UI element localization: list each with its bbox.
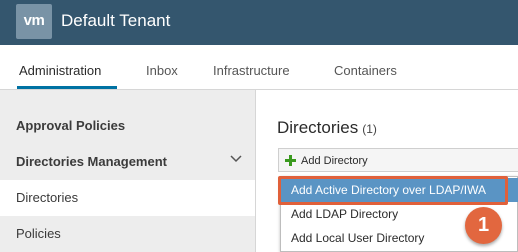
menu-item-add-active-directory[interactable]: Add Active Directory over LDAP/IWA <box>281 178 518 202</box>
grid-toolbar: Add Directory <box>278 148 518 172</box>
sidebar-item-directories-management[interactable]: Directories Management <box>0 144 255 180</box>
step-badge: 1 <box>465 207 502 244</box>
sidebar-item-label: Policies <box>16 226 61 241</box>
plus-icon <box>285 155 296 166</box>
tab-infrastructure[interactable]: Infrastructure <box>213 63 290 78</box>
main-tabs: Administration Inbox Infrastructure Cont… <box>0 45 518 90</box>
add-directory-button[interactable]: Add Directory <box>285 152 368 169</box>
tenant-name: Default Tenant <box>61 11 171 30</box>
directory-count: (1) <box>362 122 377 136</box>
vmware-logo[interactable]: vm <box>16 4 52 39</box>
menu-item-label: Add LDAP Directory <box>291 207 399 221</box>
tab-inbox[interactable]: Inbox <box>146 63 178 78</box>
active-tab-indicator <box>17 86 117 89</box>
sidebar-item-directories[interactable]: Directories <box>0 180 255 216</box>
step-number: 1 <box>477 214 490 236</box>
chevron-down-icon[interactable] <box>229 152 243 166</box>
sidebar: Approval Policies Directories Management… <box>0 90 256 252</box>
sidebar-item-policies[interactable]: Policies <box>0 216 255 252</box>
sidebar-item-approval-policies[interactable]: Approval Policies <box>0 108 255 144</box>
sidebar-item-label: Approval Policies <box>16 118 126 133</box>
page-title-text: Directories <box>277 118 359 137</box>
sidebar-item-label: Directories Management <box>16 154 167 169</box>
page-title: Directories (1) <box>277 118 377 138</box>
menu-item-label: Add Active Directory over LDAP/IWA <box>291 183 486 197</box>
tab-containers[interactable]: Containers <box>334 63 397 78</box>
logo-text: vm <box>23 12 45 29</box>
tab-administration[interactable]: Administration <box>19 63 101 78</box>
menu-item-label: Add Local User Directory <box>291 231 425 245</box>
sidebar-item-label: Directories <box>16 190 79 205</box>
app-header: vm Default Tenant <box>0 0 518 45</box>
add-directory-label: Add Directory <box>301 154 368 167</box>
